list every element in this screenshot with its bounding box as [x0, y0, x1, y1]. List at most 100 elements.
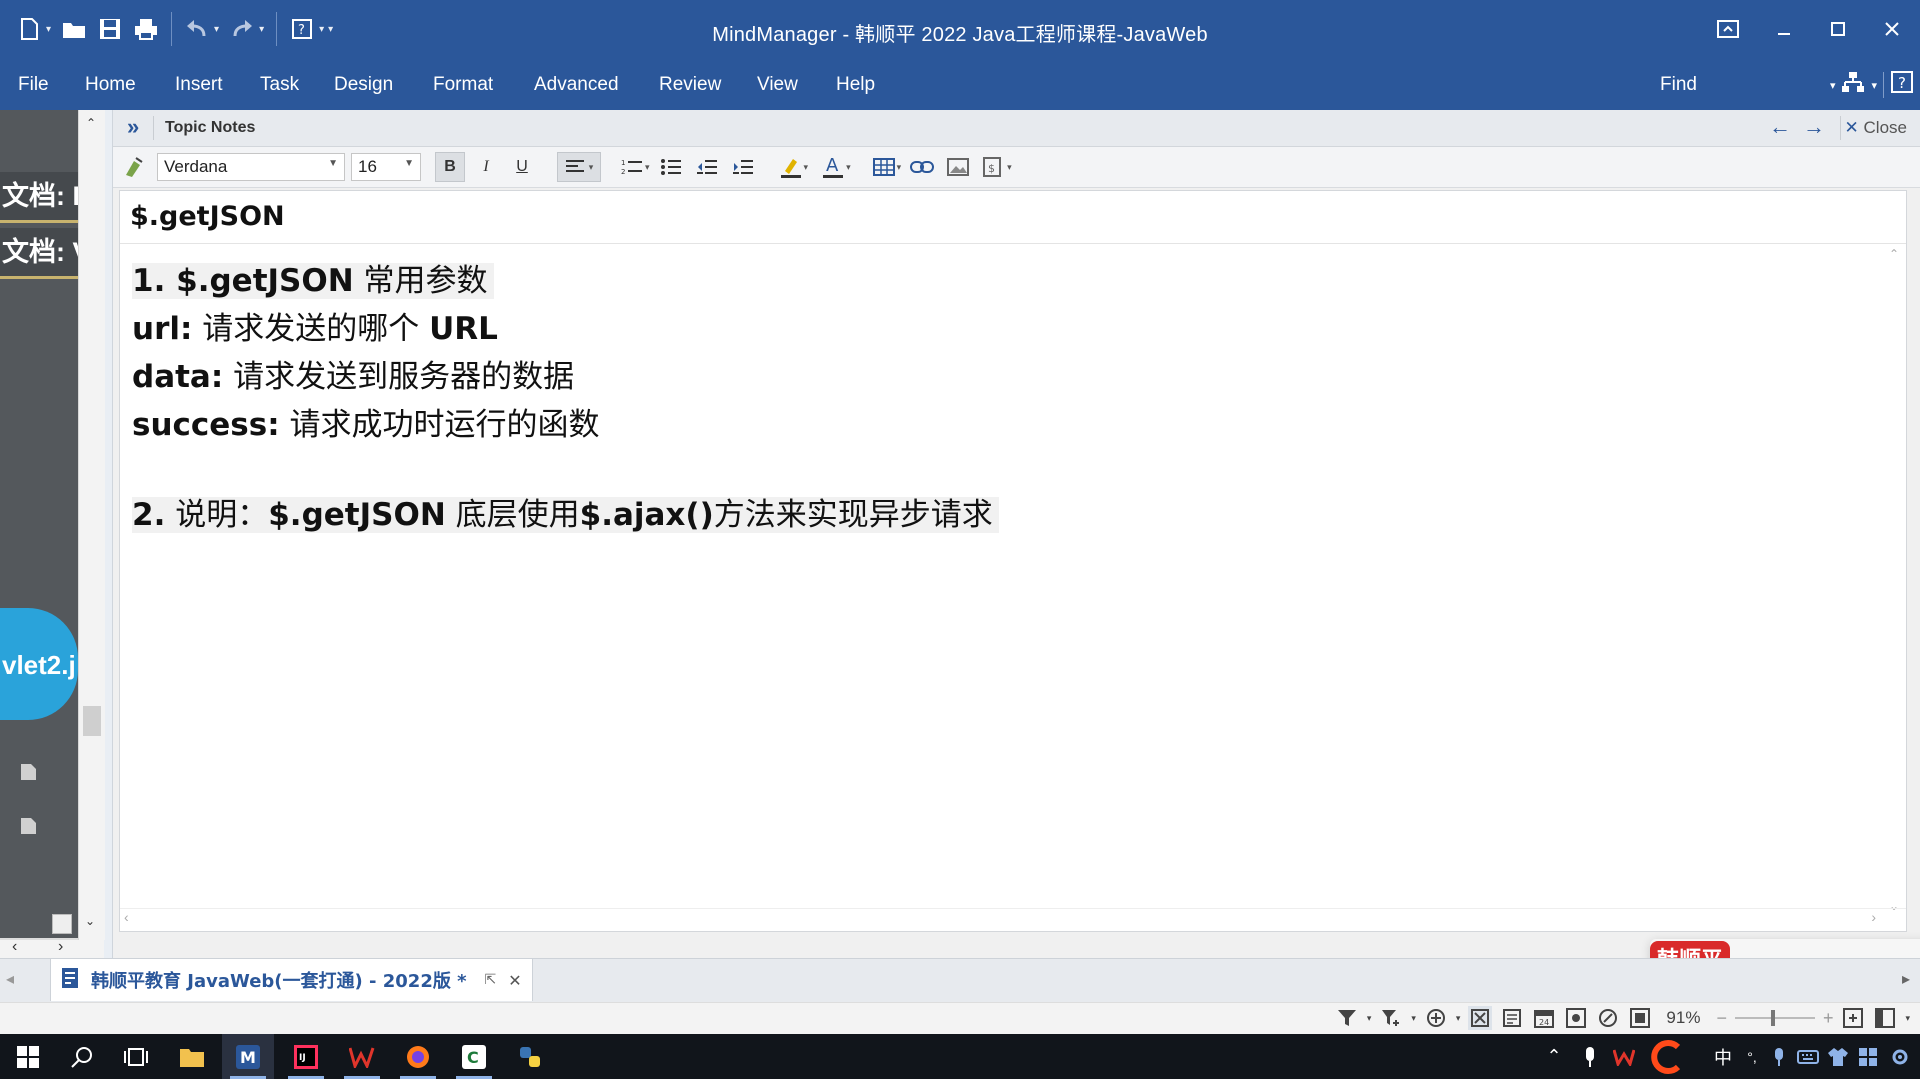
bold-icon[interactable]: B: [435, 152, 465, 182]
font-size-select[interactable]: 16 ▼: [351, 153, 421, 181]
scroll-down-icon[interactable]: ⌄: [85, 914, 95, 928]
linked-map-icon[interactable]: [1564, 1006, 1588, 1030]
highlight-icon[interactable]: [776, 152, 806, 182]
settings-tray-icon[interactable]: [1888, 1034, 1912, 1079]
tab-file[interactable]: File: [18, 74, 49, 96]
outline-view-icon[interactable]: [1500, 1006, 1524, 1030]
wps-icon[interactable]: [336, 1034, 388, 1079]
doc-strip-2[interactable]: 文档: V: [0, 228, 80, 279]
filter-icon[interactable]: [1335, 1006, 1359, 1030]
file-explorer-icon[interactable]: [166, 1034, 218, 1079]
chevron-down-icon[interactable]: ▾: [1905, 1013, 1910, 1024]
font-color-icon[interactable]: A: [818, 152, 848, 182]
insert-field-icon[interactable]: $: [979, 152, 1009, 182]
font-family-select[interactable]: Verdana ▼: [157, 153, 345, 181]
decrease-indent-icon[interactable]: [692, 152, 722, 182]
sogou-ime-icon[interactable]: [1648, 1034, 1684, 1079]
table-icon[interactable]: [869, 152, 899, 182]
notes-editor[interactable]: $.getJSON 1. $.getJSON 常用参数 url: 请求发送的哪个…: [119, 190, 1920, 1015]
scroll-up-icon[interactable]: ⌃: [86, 116, 96, 130]
camtasia-icon[interactable]: C: [448, 1034, 500, 1079]
intellij-icon[interactable]: IJ: [280, 1034, 332, 1079]
tab-scroll-right-icon[interactable]: ▸: [1902, 969, 1910, 989]
pin-tab-icon[interactable]: ⇱: [485, 972, 497, 988]
attachment-icon[interactable]: [18, 816, 38, 841]
doc-strip-1[interactable]: 文档: H: [0, 172, 80, 223]
collapse-panel-icon[interactable]: »: [127, 114, 139, 140]
network-icon[interactable]: [1841, 70, 1865, 100]
scroll-thumb[interactable]: [83, 706, 101, 736]
ribbon-display-icon[interactable]: [1708, 12, 1748, 46]
numbered-list-icon[interactable]: 12: [617, 152, 647, 182]
tray-overflow-icon[interactable]: ⌃: [1542, 1034, 1566, 1079]
tab-format[interactable]: Format: [433, 74, 493, 96]
previous-note-icon[interactable]: ←: [1769, 114, 1791, 140]
tab-home[interactable]: Home: [85, 74, 136, 96]
maximize-icon[interactable]: [1818, 12, 1858, 46]
italic-icon[interactable]: I: [471, 152, 501, 182]
close-notes-button[interactable]: ✕ Close: [1845, 118, 1907, 138]
close-tab-icon[interactable]: ✕: [508, 971, 521, 990]
zoom-slider[interactable]: [1734, 1008, 1815, 1028]
increase-indent-icon[interactable]: [728, 152, 758, 182]
left-vertical-scrollbar[interactable]: ⌃ ⌄: [78, 110, 105, 940]
ime-language-indicator[interactable]: 中: [1710, 1034, 1736, 1079]
wps-tray-icon[interactable]: [1612, 1034, 1636, 1079]
tab-task[interactable]: Task: [260, 74, 299, 96]
help-box-icon[interactable]: ?: [1890, 70, 1914, 100]
search-icon[interactable]: [56, 1034, 108, 1079]
chevron-down-icon[interactable]: ▾: [1367, 1013, 1372, 1024]
tab-help[interactable]: Help: [836, 74, 875, 96]
zoom-slider-thumb[interactable]: [1770, 1010, 1775, 1026]
editor-vertical-scrollbar[interactable]: ⌃ ⌄: [1884, 247, 1906, 913]
keyboard-tray-icon[interactable]: [1796, 1034, 1820, 1079]
toolbox-tray-icon[interactable]: [1856, 1034, 1880, 1079]
tab-design[interactable]: Design: [334, 74, 393, 96]
minimize-icon[interactable]: [1764, 12, 1804, 46]
skin-tray-icon[interactable]: [1826, 1034, 1850, 1079]
scroll-left-icon[interactable]: ‹: [124, 909, 129, 925]
zoom-out-icon[interactable]: −: [1716, 1008, 1727, 1029]
filter-plus-icon[interactable]: [1379, 1006, 1403, 1030]
find-button[interactable]: Find: [1660, 74, 1697, 96]
chevron-down-icon[interactable]: ▾: [1456, 1013, 1461, 1024]
attachment-icon[interactable]: [18, 762, 38, 787]
python-icon[interactable]: [504, 1034, 556, 1079]
calendar-icon[interactable]: 24: [1532, 1006, 1556, 1030]
editor-horizontal-scrollbar[interactable]: ‹ ›: [120, 908, 1906, 931]
chevron-down-icon[interactable]: ▾: [1830, 79, 1836, 92]
view-toggle-icon[interactable]: [52, 914, 72, 934]
clear-format-icon[interactable]: [119, 152, 149, 182]
next-note-icon[interactable]: →: [1803, 114, 1825, 140]
bullet-list-icon[interactable]: [656, 152, 686, 182]
punctuation-mode-icon[interactable]: °,: [1742, 1034, 1762, 1079]
chevron-down-icon[interactable]: ▾: [1871, 79, 1877, 92]
tab-advanced[interactable]: Advanced: [534, 74, 619, 96]
hyperlink-icon[interactable]: [907, 152, 937, 182]
close-window-icon[interactable]: [1872, 12, 1912, 46]
voice-input-icon[interactable]: [1768, 1034, 1790, 1079]
scroll-right-icon[interactable]: ›: [58, 938, 63, 956]
tab-scroll-left-icon[interactable]: ◂: [6, 969, 14, 989]
firefox-icon[interactable]: [392, 1034, 444, 1079]
link-icon[interactable]: [1596, 1006, 1620, 1030]
tab-insert[interactable]: Insert: [175, 74, 223, 96]
fit-page-icon[interactable]: [1841, 1006, 1865, 1030]
start-windows-icon[interactable]: [2, 1034, 54, 1079]
zoom-in-icon[interactable]: +: [1823, 1008, 1834, 1029]
tab-view[interactable]: View: [757, 74, 798, 96]
image-icon[interactable]: [943, 152, 973, 182]
scroll-up-icon[interactable]: ⌃: [1889, 247, 1899, 261]
align-left-icon[interactable]: ▾: [557, 152, 601, 182]
left-horizontal-scrollbar[interactable]: ‹ ›: [0, 938, 104, 958]
underline-icon[interactable]: U: [507, 152, 537, 182]
expand-icon[interactable]: [1424, 1006, 1448, 1030]
fit-map-icon[interactable]: [1468, 1006, 1493, 1030]
tab-review[interactable]: Review: [659, 74, 721, 96]
zoom-to-fit-icon[interactable]: [1628, 1006, 1652, 1030]
scroll-right-icon[interactable]: ›: [1871, 909, 1876, 925]
task-view-icon[interactable]: [110, 1034, 162, 1079]
scroll-left-icon[interactable]: ‹: [12, 938, 17, 956]
document-tab[interactable]: 韩顺平教育 JavaWeb(一套打通) - 2022版 * ⇱ ✕: [50, 959, 533, 1001]
panel-layout-icon[interactable]: [1873, 1006, 1897, 1030]
